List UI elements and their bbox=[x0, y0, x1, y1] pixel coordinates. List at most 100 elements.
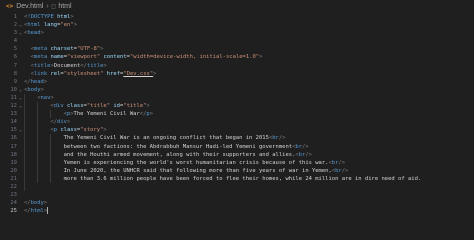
code-line[interactable]: 8 <link rel="stylesheet" href="Dev.css"> bbox=[0, 70, 474, 78]
code-token: "title" bbox=[123, 103, 147, 110]
line-number: 23 bbox=[10, 192, 17, 199]
breadcrumb: <> Dev.html › ⬚ html bbox=[0, 0, 474, 13]
code-token: > bbox=[149, 111, 154, 118]
indent-guide bbox=[37, 134, 39, 143]
code-line[interactable]: 17 between two factions: the Abdrabbuh Ma… bbox=[0, 142, 474, 151]
line-content: The Yemeni Civil War is an ongoing confl… bbox=[64, 134, 286, 142]
indent-guide bbox=[24, 150, 25, 159]
code-token: /> bbox=[278, 135, 286, 142]
code-token: title bbox=[86, 62, 104, 69]
code-token: "stylesheet" bbox=[63, 70, 104, 77]
fold-chevron-icon[interactable]: ⌄ bbox=[19, 21, 22, 29]
line-number: 6 bbox=[13, 54, 17, 61]
code-line[interactable]: 15 ⌄ <p class="story"> bbox=[0, 126, 474, 135]
line-content: <div class="title" id="title"> bbox=[50, 102, 149, 110]
code-token: Yemen is experiencing the world's worst … bbox=[63, 159, 329, 166]
line-number: 24 bbox=[10, 200, 17, 207]
code-area[interactable]: 1 <!DOCTYPE html> 2 ⌄ <html lang="en"> 3 ⌄ <hea… bbox=[0, 13, 474, 215]
code-token: "viewport" bbox=[67, 54, 101, 61]
code-token: class bbox=[60, 127, 77, 134]
indent-guide bbox=[24, 102, 25, 111]
code-token: </ bbox=[80, 62, 87, 69]
code-token: body bbox=[27, 86, 41, 93]
code-token: div bbox=[53, 103, 64, 110]
code-line[interactable]: 22 bbox=[0, 182, 474, 192]
code-token: id bbox=[113, 103, 120, 110]
fold-chevron-icon[interactable]: ⌄ bbox=[19, 126, 22, 134]
code-token: and the Houthi armed movement, along wit… bbox=[63, 151, 296, 158]
code-editor[interactable]: <> Dev.html › ⬚ html 1 <!DOCTYPE html> 2 ⌄ <… bbox=[0, 0, 474, 225]
code-token: > bbox=[103, 127, 107, 134]
line-content: </div> bbox=[50, 118, 70, 126]
indent-guide bbox=[50, 166, 52, 175]
code-line[interactable]: 21 more than 3.6 million people have been… bbox=[0, 174, 474, 183]
code-token: The Yemeni Civil War is an ongoing confl… bbox=[63, 135, 269, 142]
code-token: meta bbox=[33, 46, 48, 53]
indent-guide bbox=[37, 142, 39, 151]
code-line[interactable]: 7 <title>Document</title> bbox=[0, 62, 474, 70]
indent-guide bbox=[50, 134, 52, 143]
code-line[interactable]: 5 <meta charset="UTF-8"> bbox=[0, 45, 474, 53]
indent-guide bbox=[50, 174, 52, 183]
code-token: "en" bbox=[60, 22, 74, 29]
code-line[interactable]: 13 <p>The Yemeni Civil War</p> bbox=[0, 110, 474, 119]
code-line[interactable]: 16 The Yemeni Civil War is an ongoing con… bbox=[0, 134, 474, 143]
code-token: br bbox=[335, 167, 342, 174]
code-line[interactable]: 1 <!DOCTYPE html> bbox=[0, 13, 474, 21]
line-number: 10 bbox=[10, 86, 17, 93]
line-content: In June 2020, the UNHCR said that follow… bbox=[64, 167, 349, 175]
indent-guide bbox=[37, 166, 39, 175]
line-number: 22 bbox=[10, 183, 17, 190]
code-line[interactable]: 12 ⌄ <div class="title" id="title"> bbox=[0, 102, 474, 111]
code-line[interactable]: 25 </html> bbox=[0, 207, 474, 215]
line-content: <p>The Yemeni Civil War</p> bbox=[64, 110, 153, 118]
line-number: 20 bbox=[10, 167, 17, 174]
fold-chevron-icon[interactable]: ⌄ bbox=[19, 94, 22, 102]
code-token: > bbox=[103, 62, 107, 69]
line-number: 17 bbox=[10, 143, 17, 150]
code-line[interactable]: 6 <meta name="viewport" content="width=de… bbox=[0, 53, 474, 61]
indent-guide bbox=[37, 102, 39, 111]
breadcrumb-file[interactable]: Dev.html bbox=[16, 3, 43, 10]
breadcrumb-element[interactable]: html bbox=[58, 3, 71, 10]
code-line[interactable]: 20 In June 2020, the UNHCR said that foll… bbox=[0, 166, 474, 175]
code-token: > bbox=[70, 14, 74, 20]
code-line[interactable]: 2 ⌄ <html lang="en"> bbox=[0, 21, 474, 29]
code-line[interactable]: 10 ⌄ <body> bbox=[0, 86, 474, 94]
code-token: lang bbox=[43, 22, 58, 29]
indent-guide bbox=[37, 118, 39, 127]
fold-chevron-icon[interactable]: ⌄ bbox=[19, 102, 22, 110]
code-token: "story" bbox=[80, 127, 104, 134]
fold-chevron-icon[interactable]: ⌄ bbox=[19, 29, 22, 37]
line-content: <head> bbox=[24, 29, 44, 37]
code-line[interactable]: 23 bbox=[0, 191, 474, 199]
indent-guide bbox=[50, 150, 52, 159]
line-number: 21 bbox=[10, 175, 17, 182]
code-token: "title" bbox=[86, 103, 111, 110]
html-file-icon: <> bbox=[6, 3, 14, 10]
code-line[interactable]: 11 ⌄ <nav> bbox=[0, 93, 474, 103]
code-line[interactable]: 3 ⌄ <head> bbox=[0, 29, 474, 37]
indent-guide bbox=[24, 118, 25, 127]
line-content: Yemen is experiencing the world's worst … bbox=[64, 159, 345, 167]
code-token: head bbox=[30, 78, 44, 85]
code-token: !DOCTYPE bbox=[27, 14, 54, 20]
line-number: 9 bbox=[13, 78, 17, 85]
code-line[interactable]: 18 and the Houthi armed movement, along w… bbox=[0, 150, 474, 159]
line-number: 5 bbox=[13, 46, 17, 53]
code-line[interactable]: 14 </div> bbox=[0, 118, 474, 127]
code-line[interactable]: 4 bbox=[0, 37, 474, 45]
code-token: > bbox=[40, 86, 44, 93]
fold-chevron-icon[interactable]: ⌄ bbox=[19, 86, 22, 94]
line-number: 2 bbox=[13, 22, 17, 29]
indent-guide bbox=[24, 166, 25, 175]
code-line[interactable]: 9 </head> bbox=[0, 78, 474, 86]
code-line[interactable]: 19 Yemen is experiencing the world's wors… bbox=[0, 158, 474, 167]
line-number: 19 bbox=[10, 159, 17, 166]
line-number: 16 bbox=[10, 135, 17, 142]
code-token: div bbox=[57, 119, 67, 126]
line-content: <link rel="stylesheet" href="Dev.css"> bbox=[31, 70, 157, 78]
code-token: body bbox=[30, 200, 44, 207]
code-line[interactable]: 24 </body> bbox=[0, 199, 474, 207]
line-number: 11 bbox=[10, 94, 17, 101]
